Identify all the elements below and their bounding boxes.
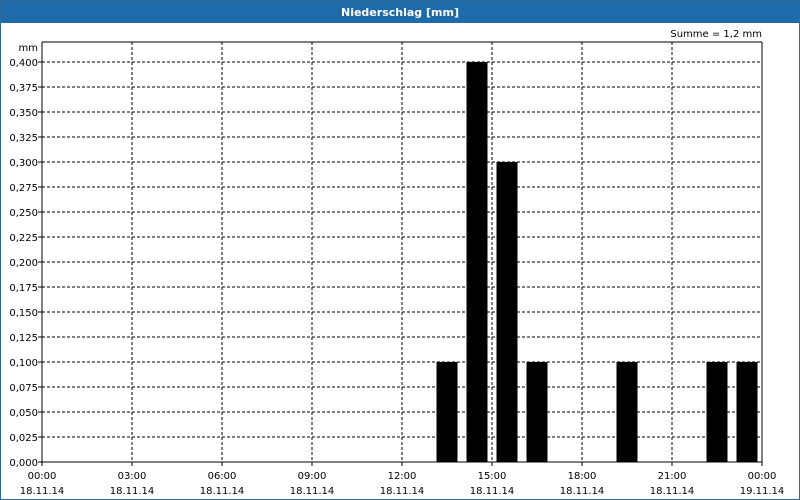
x-tick-date-label: 19.11.14 [740,486,785,497]
y-tick-label: 0,275 [9,183,38,194]
y-tick-label: 0,325 [9,133,38,144]
y-tick-label: 0,200 [9,258,38,269]
y-tick-label: 0,350 [9,108,38,119]
x-tick-time-label: 15:00 [478,471,507,482]
x-tick-date-label: 18.11.14 [560,486,605,497]
y-tick-label: 0,125 [9,333,38,344]
x-tick-date-label: 18.11.14 [470,486,515,497]
y-tick-label: 0,025 [9,433,38,444]
x-tick-time-label: 18:00 [568,471,597,482]
bar [736,362,758,462]
x-tick-time-label: 06:00 [208,471,237,482]
x-tick-time-label: 21:00 [658,471,687,482]
x-tick-time-label: 00:00 [748,471,777,482]
bar [616,362,638,462]
y-tick-label: 0,150 [9,308,38,319]
y-tick-label: 0,375 [9,83,38,94]
bar [436,362,458,462]
chart-area: 0,000 0,025 0,050 0,075 0,100 0,125 0,150 0,175… [9,29,785,497]
y-tick-label: 0,100 [9,358,38,369]
y-tick-label: 0,400 [9,58,38,69]
y-tick-label: 0,175 [9,283,38,294]
x-tick-date-label: 18.11.14 [650,486,695,497]
y-tick-label: 0,300 [9,158,38,169]
bar [496,162,518,462]
x-tick-time-label: 12:00 [388,471,417,482]
sum-annotation: Summe = 1,2 mm [670,29,762,40]
x-tick-time-label: 03:00 [118,471,147,482]
y-axis-unit-label: mm [19,43,38,54]
chart-window: Niederschlag [mm] 0,000 0,025 0,050 0,075 0,… [0,0,800,500]
x-tick-date-label: 18.11.14 [110,486,155,497]
x-tick-date-label: 18.11.14 [290,486,335,497]
bar [466,62,488,462]
y-tick-label: 0,000 [9,458,38,469]
y-tick-label: 0,250 [9,208,38,219]
x-tick-date-label: 18.11.14 [380,486,425,497]
x-tick-date-label: 18.11.14 [20,486,65,497]
x-tick-time-label: 00:00 [28,471,57,482]
y-tick-label: 0,225 [9,233,38,244]
y-tick-label: 0,050 [9,408,38,419]
bar [526,362,548,462]
bar [706,362,728,462]
y-tick-label: 0,075 [9,383,38,394]
x-tick-time-label: 09:00 [298,471,327,482]
x-tick-date-label: 18.11.14 [200,486,245,497]
